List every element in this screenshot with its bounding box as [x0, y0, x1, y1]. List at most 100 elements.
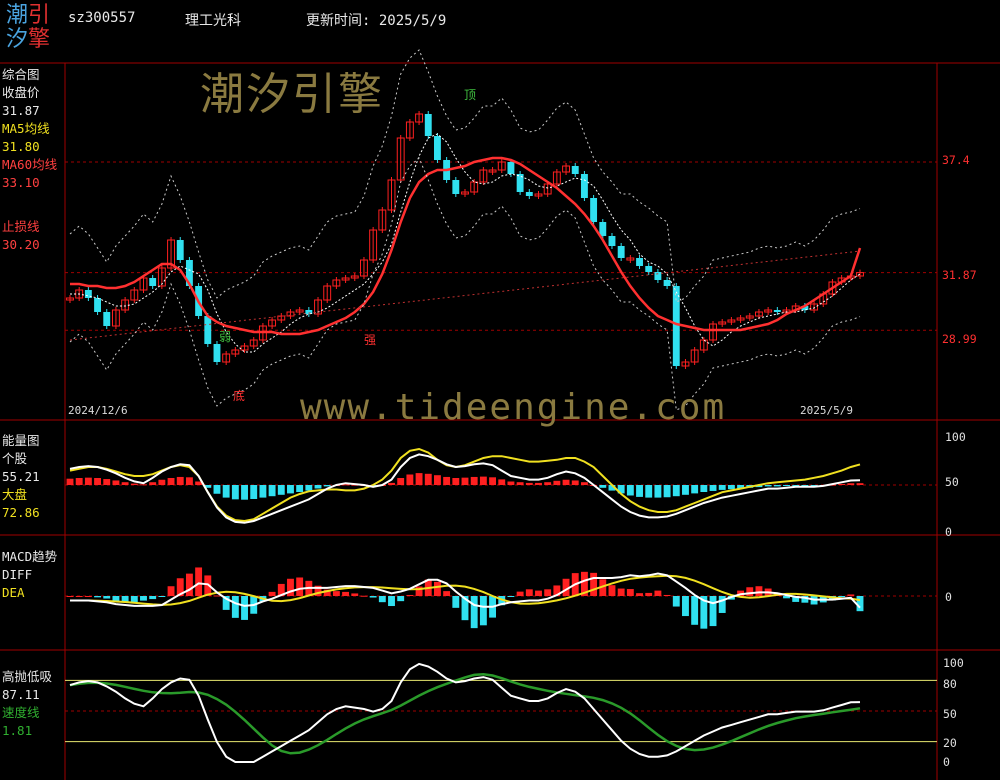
annotation-bottom: 底	[233, 389, 246, 403]
panel2-sidebar: 能量图 个股 55.21 大盘 72.86	[2, 432, 40, 522]
energy-bar-up	[112, 480, 120, 485]
candle-down	[654, 272, 662, 280]
energy-bar-up	[856, 483, 864, 485]
energy-bar-up	[580, 482, 588, 485]
macd-bar-up	[663, 594, 671, 596]
candle-down	[590, 198, 598, 222]
ma60-label: MA60均线	[2, 157, 58, 172]
macd-bar-down	[130, 596, 138, 603]
energy-bar-down	[654, 485, 662, 498]
energy-bar-up	[443, 476, 451, 485]
date-end: 2025/5/9	[800, 404, 853, 417]
energy-bar-up	[452, 478, 460, 485]
annotation-strong: 强	[364, 333, 377, 347]
energy-bar-down	[222, 485, 230, 498]
macd-bar-up	[544, 589, 552, 596]
macd-bar-down	[479, 596, 487, 626]
panel2-title: 能量图	[2, 433, 40, 448]
panel2-axis-50: 50	[945, 475, 959, 489]
panel4-axis-50: 50	[943, 707, 957, 721]
speed-label: 速度线	[2, 705, 40, 720]
energy-bar-up	[424, 473, 432, 485]
energy-bar-down	[323, 485, 331, 487]
energy-bar-up	[388, 482, 395, 485]
macd-bar-up	[617, 588, 625, 596]
macd-bar-up	[746, 587, 754, 596]
candle-down	[176, 240, 184, 260]
candle-down	[672, 286, 680, 366]
macd-bar-up	[645, 592, 653, 596]
macd-bar-up	[525, 589, 533, 596]
axis-label-37-4: 37.4	[942, 153, 970, 167]
energy-bar-down	[599, 485, 607, 488]
energy-bar-up	[516, 482, 524, 485]
macd-bar-down	[158, 596, 166, 597]
diff-label: DIFF	[2, 567, 33, 582]
candle-down	[617, 246, 625, 258]
energy-bar-up	[158, 479, 166, 485]
energy-bar-down	[773, 485, 781, 487]
energy-bar-down	[709, 485, 717, 491]
energy-bar-up	[571, 480, 579, 485]
energy-bar-up	[406, 474, 414, 485]
energy-bar-down	[663, 485, 671, 498]
candle-down	[525, 192, 533, 196]
macd-bar-down	[507, 596, 515, 597]
energy-bar-up	[535, 482, 542, 485]
candle-down	[773, 310, 781, 312]
candle-down	[663, 280, 671, 286]
energy-bar-up	[847, 483, 855, 485]
macd-bar-up	[516, 591, 524, 596]
macd-bar-up	[75, 596, 83, 597]
speed-value: 1.81	[2, 723, 33, 738]
energy-bar-up	[562, 479, 570, 485]
energy-bar-up	[84, 477, 92, 485]
watermark-url: www.tideengine.com	[300, 387, 727, 428]
energy-bar-down	[231, 485, 239, 500]
energy-bar-up	[415, 473, 423, 485]
energy-bar-up	[461, 477, 469, 485]
macd-bar-down	[672, 596, 680, 607]
energy-bar-up	[507, 481, 515, 485]
candle-down	[103, 312, 111, 326]
panel4-sidebar: 高抛低吸 87.11 速度线 1.81	[2, 668, 52, 740]
energy-bar-down	[259, 485, 267, 498]
energy-bar-up	[167, 478, 175, 485]
panel4-axis-0: 0	[943, 755, 950, 769]
dea-label: DEA	[2, 585, 25, 600]
energy-bar-up	[149, 482, 157, 485]
macd-bar-up	[433, 581, 441, 596]
macd-bar-up	[195, 567, 203, 596]
candle-down	[149, 278, 157, 286]
macd-bar-up	[406, 594, 414, 596]
energy-bar-up	[103, 479, 111, 485]
panel2-axis-100: 100	[945, 430, 966, 444]
close-label: 收盘价	[2, 85, 40, 100]
energy-bar-up	[185, 477, 193, 485]
market-energy-label: 大盘	[2, 487, 28, 502]
energy-bar-down	[287, 485, 294, 494]
energy-bar-down	[682, 485, 689, 495]
energy-bar-down	[645, 485, 653, 498]
energy-bar-down	[626, 485, 634, 496]
energy-bar-down	[727, 485, 735, 490]
macd-bar-up	[351, 593, 359, 596]
energy-bar-up	[140, 484, 147, 486]
candle-down	[608, 236, 616, 246]
macd-bar-up	[167, 586, 175, 596]
macd-bar-down	[397, 596, 405, 602]
panel1-title: 综合图	[2, 67, 40, 82]
macd-bar-up	[847, 594, 855, 596]
energy-bar-down	[296, 485, 304, 492]
candle-down	[204, 316, 212, 344]
energy-bar-down	[241, 485, 248, 500]
axis-label-31-87: 31.87	[942, 268, 977, 282]
macd-bar-down	[388, 596, 395, 607]
stop-loss-block: 止损线 30.20	[2, 218, 40, 254]
macd-bar-up	[213, 595, 221, 597]
energy-bar-down	[213, 485, 221, 494]
stock-energy-value: 55.21	[2, 469, 40, 484]
macd-bar-up	[443, 591, 451, 596]
macd-bar-up	[332, 591, 340, 596]
macd-bar-up	[590, 572, 598, 596]
